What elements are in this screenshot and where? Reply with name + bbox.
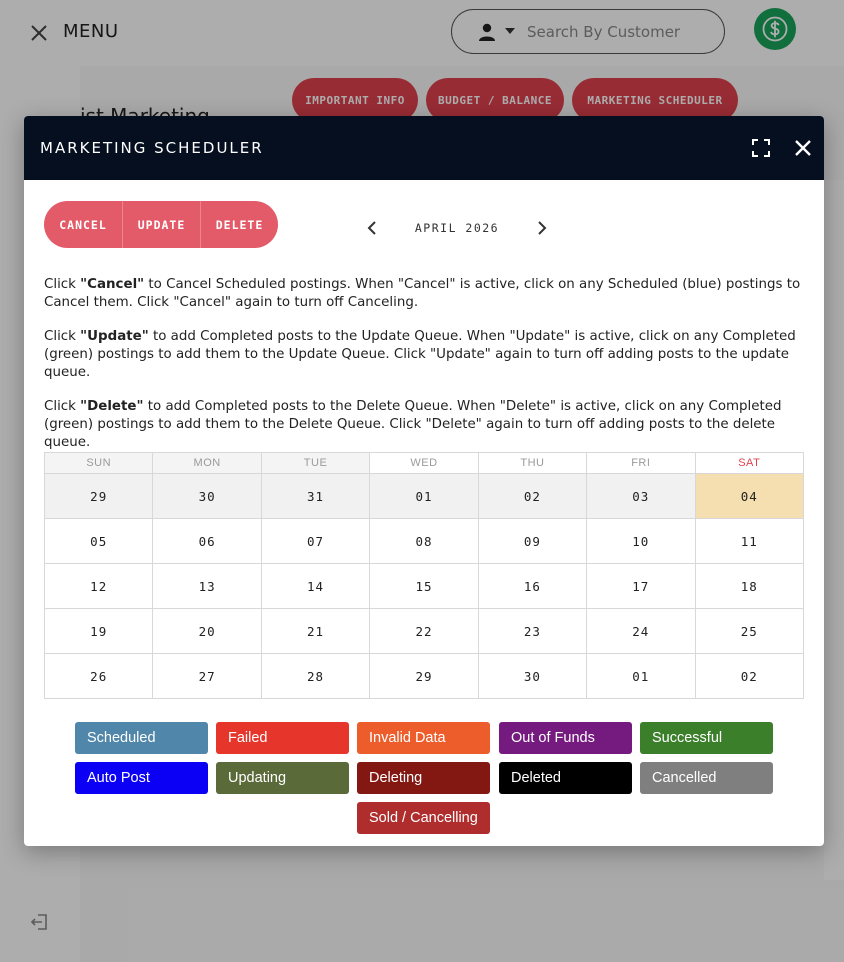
legend-cancelled: Cancelled: [640, 762, 773, 794]
instruction-text: to add Completed posts to the Update Que…: [44, 329, 796, 380]
legend-out-of-funds: Out of Funds: [499, 722, 632, 754]
legend-invalid-data: Invalid Data: [357, 722, 490, 754]
instruction-text: Click: [44, 277, 81, 292]
weekday-wed: WED: [369, 452, 479, 474]
instructions: Click "Cancel" to Cancel Scheduled posti…: [44, 276, 812, 468]
day-cell[interactable]: 31: [260, 473, 371, 519]
day-cell-today[interactable]: 04: [694, 473, 805, 519]
cancel-button[interactable]: CANCEL: [44, 201, 123, 248]
legend-updating: Updating: [216, 762, 349, 794]
cancel-instruction: Click "Cancel" to Cancel Scheduled posti…: [44, 276, 812, 312]
weekday-tue: TUE: [260, 452, 371, 474]
day-cell[interactable]: 29: [43, 473, 154, 519]
weekday-thu: THU: [477, 452, 588, 474]
day-cell[interactable]: 16: [477, 563, 588, 609]
legend-scheduled: Scheduled: [75, 722, 208, 754]
month-label: APRIL 2026: [414, 221, 500, 235]
day-cell[interactable]: 26: [43, 653, 154, 699]
day-cell[interactable]: 11: [694, 518, 805, 564]
chevron-right-icon[interactable]: [532, 218, 552, 238]
legend-deleting: Deleting: [357, 762, 490, 794]
week-row: 29 30 31 01 02 03 04: [43, 473, 805, 519]
delete-button[interactable]: DELETE: [201, 201, 278, 248]
legend-failed: Failed: [216, 722, 349, 754]
update-button[interactable]: UPDATE: [123, 201, 201, 248]
instruction-keyword: "Update": [80, 329, 149, 344]
weekday-header-row: SUN MON TUE WED THU FRI SAT: [43, 452, 805, 474]
day-cell[interactable]: 12: [43, 563, 154, 609]
day-cell[interactable]: 05: [43, 518, 154, 564]
instruction-keyword: "Delete": [80, 399, 144, 414]
day-cell[interactable]: 02: [694, 653, 805, 699]
calendar-grid: SUN MON TUE WED THU FRI SAT 29 30 31 01 …: [43, 452, 805, 699]
day-cell[interactable]: 10: [586, 518, 696, 564]
legend-sold-cancelling: Sold / Cancelling: [357, 802, 490, 834]
modal-header: MARKETING SCHEDULER: [24, 116, 824, 180]
fullscreen-icon[interactable]: [752, 139, 770, 157]
day-cell[interactable]: 01: [586, 653, 696, 699]
week-row: 26 27 28 29 30 01 02: [43, 653, 805, 699]
day-cell[interactable]: 13: [152, 563, 262, 609]
update-instruction: Click "Update" to add Completed posts to…: [44, 328, 812, 382]
week-row: 12 13 14 15 16 17 18: [43, 563, 805, 609]
action-button-group: CANCEL UPDATE DELETE: [44, 201, 278, 248]
legend-successful: Successful: [640, 722, 773, 754]
day-cell[interactable]: 21: [260, 608, 371, 654]
chevron-left-icon[interactable]: [362, 218, 382, 238]
day-cell[interactable]: 23: [477, 608, 588, 654]
day-cell[interactable]: 03: [586, 473, 696, 519]
day-cell[interactable]: 09: [477, 518, 588, 564]
day-cell[interactable]: 30: [477, 653, 588, 699]
day-cell[interactable]: 14: [260, 563, 371, 609]
day-cell[interactable]: 15: [369, 563, 479, 609]
instruction-text: to Cancel Scheduled postings. When "Canc…: [44, 277, 801, 310]
day-cell[interactable]: 24: [586, 608, 696, 654]
day-cell[interactable]: 25: [694, 608, 805, 654]
day-cell[interactable]: 28: [260, 653, 371, 699]
delete-instruction: Click "Delete" to add Completed posts to…: [44, 398, 812, 452]
weekday-mon: MON: [152, 452, 262, 474]
instruction-text: Click: [44, 329, 81, 344]
day-cell[interactable]: 30: [152, 473, 262, 519]
modal-title: MARKETING SCHEDULER: [40, 139, 264, 157]
day-cell[interactable]: 07: [260, 518, 371, 564]
month-navigation: APRIL 2026: [362, 216, 552, 240]
instruction-text: to add Completed posts to the Delete Que…: [44, 399, 782, 450]
day-cell[interactable]: 19: [43, 608, 154, 654]
day-cell[interactable]: 22: [369, 608, 479, 654]
instruction-keyword: "Cancel": [80, 277, 145, 292]
day-cell[interactable]: 17: [586, 563, 696, 609]
day-cell[interactable]: 01: [369, 473, 479, 519]
day-cell[interactable]: 27: [152, 653, 262, 699]
day-cell[interactable]: 08: [369, 518, 479, 564]
day-cell[interactable]: 29: [369, 653, 479, 699]
legend-auto-post: Auto Post: [75, 762, 208, 794]
weekday-sat: SAT: [694, 452, 805, 474]
day-cell[interactable]: 06: [152, 518, 262, 564]
close-icon[interactable]: [793, 138, 813, 158]
week-row: 19 20 21 22 23 24 25: [43, 608, 805, 654]
day-cell[interactable]: 02: [477, 473, 588, 519]
legend-deleted: Deleted: [499, 762, 632, 794]
week-row: 05 06 07 08 09 10 11: [43, 518, 805, 564]
marketing-scheduler-modal: MARKETING SCHEDULER CANCEL UPDATE DELETE…: [24, 116, 824, 846]
day-cell[interactable]: 18: [694, 563, 805, 609]
day-cell[interactable]: 20: [152, 608, 262, 654]
instruction-text: Click: [44, 399, 81, 414]
weekday-sun: SUN: [43, 452, 154, 474]
weekday-fri: FRI: [586, 452, 696, 474]
